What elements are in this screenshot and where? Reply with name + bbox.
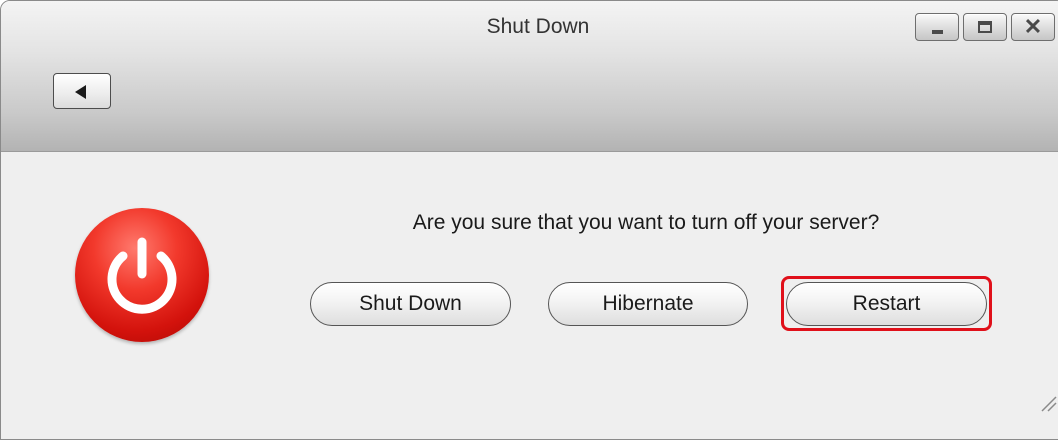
maximize-icon bbox=[978, 21, 992, 33]
shutdown-button[interactable]: Shut Down bbox=[310, 282, 511, 326]
close-button[interactable]: ✕ bbox=[1011, 13, 1055, 41]
back-button[interactable] bbox=[53, 73, 111, 109]
minimize-button[interactable] bbox=[915, 13, 959, 41]
minimize-icon bbox=[932, 30, 943, 34]
shutdown-window: Shut Down ✕ Are you sure that you want t… bbox=[0, 0, 1058, 440]
window-title: Shut Down bbox=[486, 15, 590, 38]
maximize-button[interactable] bbox=[963, 13, 1007, 41]
back-arrow-icon bbox=[75, 85, 86, 99]
restart-button[interactable]: Restart bbox=[786, 282, 987, 326]
hibernate-button[interactable]: Hibernate bbox=[548, 282, 748, 326]
confirmation-message: Are you sure that you want to turn off y… bbox=[412, 211, 880, 234]
window-controls: ✕ bbox=[915, 13, 1055, 41]
window-header: Shut Down ✕ bbox=[1, 1, 1058, 152]
power-icon bbox=[75, 208, 209, 342]
resize-grip-icon[interactable] bbox=[1036, 391, 1058, 413]
close-icon: ✕ bbox=[1023, 14, 1043, 39]
